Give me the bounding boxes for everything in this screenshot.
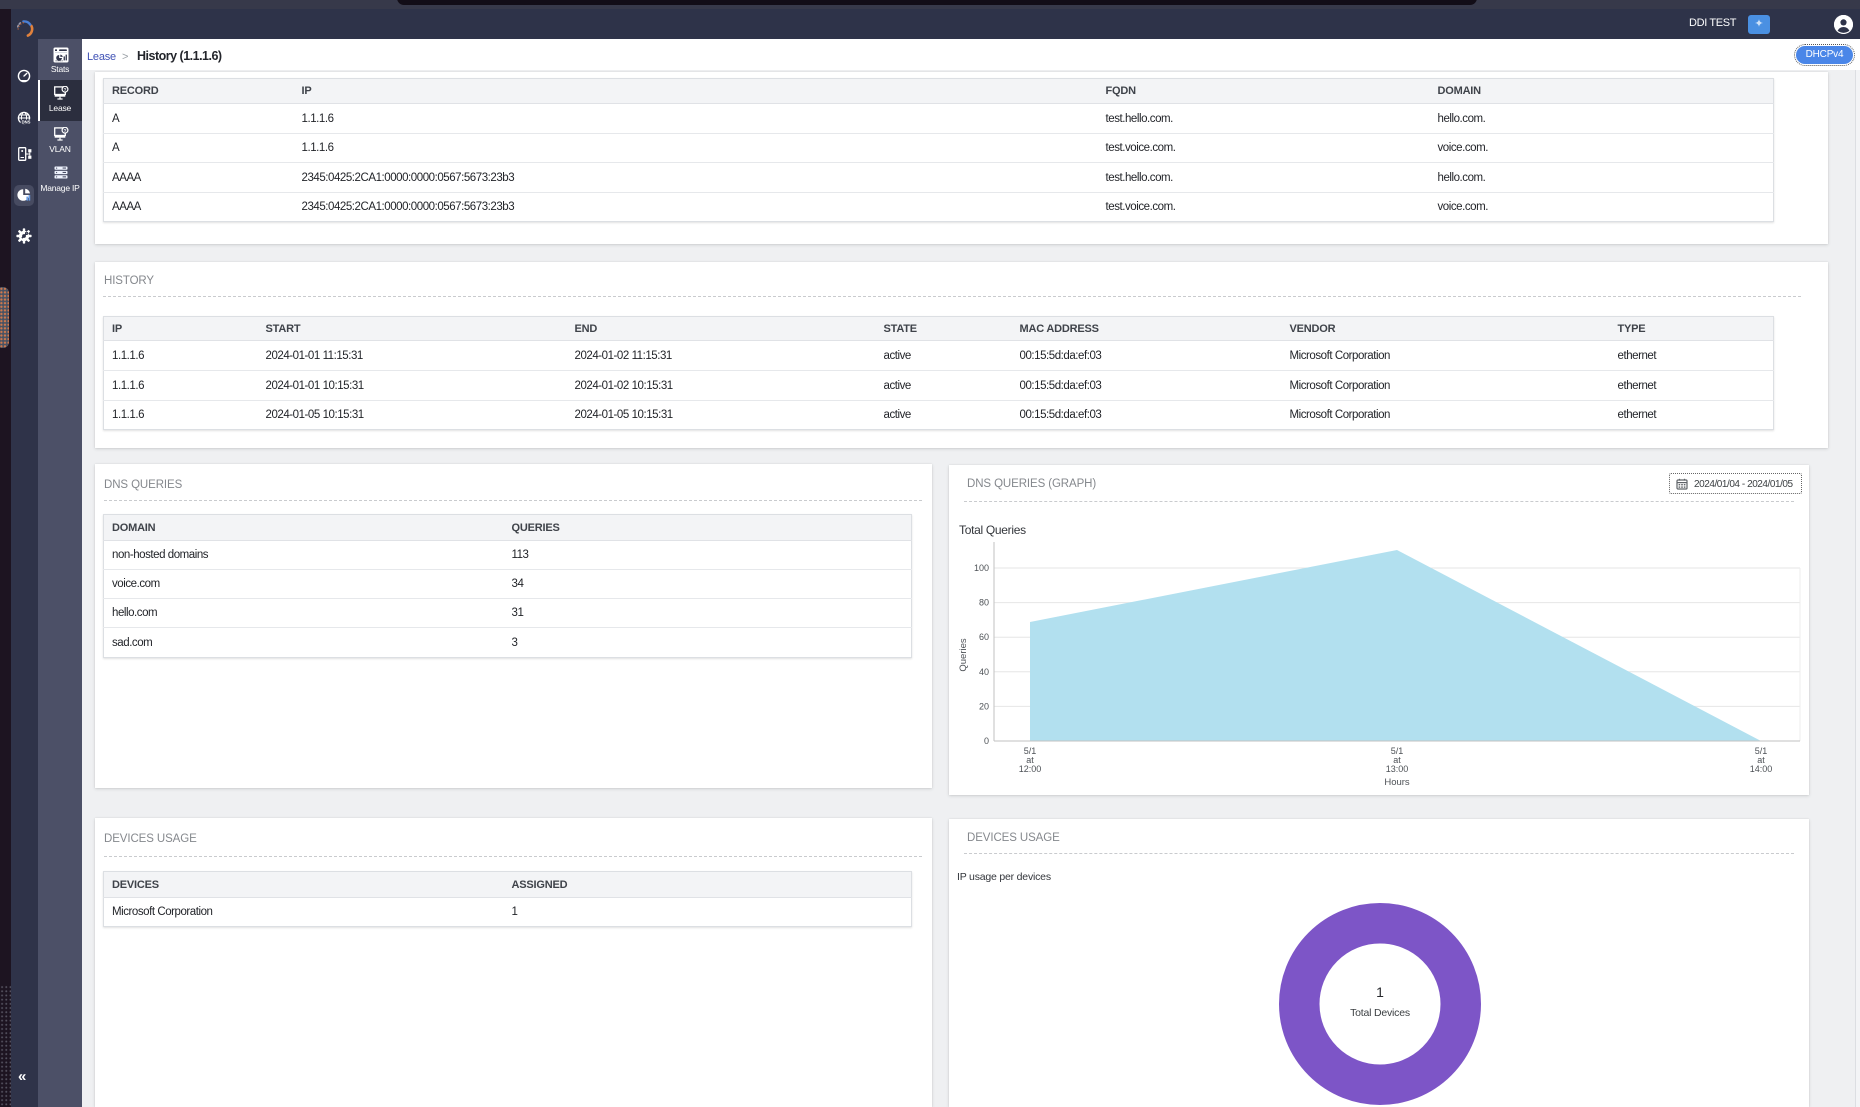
svg-text:100: 100	[974, 563, 989, 573]
svg-text:?: ?	[64, 128, 67, 133]
svg-text:Hours: Hours	[1384, 777, 1410, 788]
svg-text:40: 40	[979, 667, 989, 677]
svg-text:13:00: 13:00	[1386, 764, 1409, 774]
svg-text:12:00: 12:00	[1019, 764, 1042, 774]
svg-text:Queries: Queries	[958, 638, 969, 672]
svg-text:20: 20	[979, 701, 989, 711]
svg-text:60: 60	[979, 632, 989, 642]
svg-text:DNS: DNS	[22, 119, 31, 124]
svg-text:14:00: 14:00	[1750, 764, 1773, 774]
svg-text:0: 0	[984, 736, 989, 746]
svg-text:?: ?	[64, 87, 67, 92]
svg-text:80: 80	[979, 598, 989, 608]
